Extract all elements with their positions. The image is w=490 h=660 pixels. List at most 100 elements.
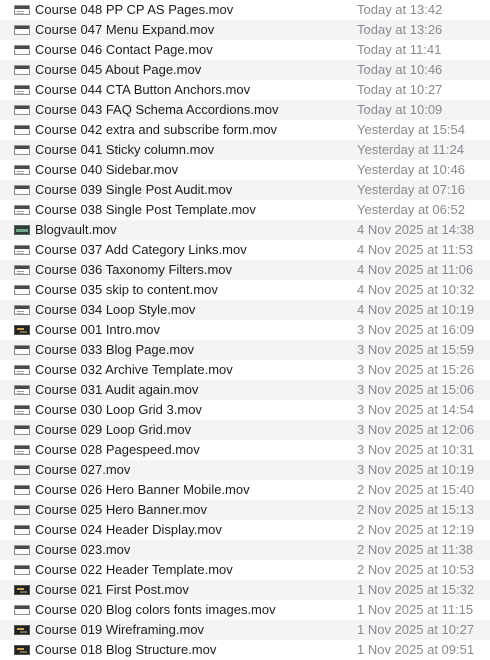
file-date-modified: 2 Nov 2025 at 11:38 bbox=[357, 542, 474, 557]
video-thumbnail-icon bbox=[14, 425, 30, 435]
file-row[interactable]: Course 047 Menu Expand.mov Today at 13:26 bbox=[0, 20, 490, 40]
file-row[interactable]: Blogvault.mov 4 Nov 2025 at 14:38 bbox=[0, 220, 490, 240]
file-date-modified: Yesterday at 10:46 bbox=[357, 162, 465, 177]
file-list: Course 048 PP CP AS Pages.mov Today at 13… bbox=[0, 0, 490, 659]
video-thumbnail-icon bbox=[14, 305, 30, 315]
file-name: Course 018 Blog Structure.mov bbox=[35, 642, 217, 657]
file-row[interactable]: Course 042 extra and subscribe form.mov Y… bbox=[0, 120, 490, 140]
file-row[interactable]: Course 038 Single Post Template.mov Yeste… bbox=[0, 200, 490, 220]
file-name: Course 024 Header Display.mov bbox=[35, 522, 222, 537]
file-date-modified: 1 Nov 2025 at 09:51 bbox=[357, 642, 475, 657]
file-name: Course 020 Blog colors fonts images.mov bbox=[35, 602, 276, 617]
file-name: Course 039 Single Post Audit.mov bbox=[35, 182, 233, 197]
video-thumbnail-icon bbox=[14, 545, 30, 555]
file-row[interactable]: Course 021 First Post.mov 1 Nov 2025 at 1… bbox=[0, 580, 490, 600]
file-date-modified: 3 Nov 2025 at 15:59 bbox=[357, 342, 475, 357]
video-thumbnail-icon bbox=[14, 465, 30, 475]
file-row[interactable]: Course 001 Intro.mov 3 Nov 2025 at 16:09 bbox=[0, 320, 490, 340]
file-name: Course 025 Hero Banner.mov bbox=[35, 502, 207, 517]
file-name: Course 033 Blog Page.mov bbox=[35, 342, 194, 357]
file-row[interactable]: Course 029 Loop Grid.mov 3 Nov 2025 at 12… bbox=[0, 420, 490, 440]
file-row[interactable]: Course 046 Contact Page.mov Today at 11:4… bbox=[0, 40, 490, 60]
video-thumbnail-icon bbox=[14, 645, 30, 655]
file-name: Course 034 Loop Style.mov bbox=[35, 302, 196, 317]
file-row[interactable]: Course 035 skip to content.mov 4 Nov 2025… bbox=[0, 280, 490, 300]
file-name: Course 019 Wireframing.mov bbox=[35, 622, 205, 637]
file-row[interactable]: Course 025 Hero Banner.mov 2 Nov 2025 at … bbox=[0, 500, 490, 520]
video-thumbnail-icon bbox=[14, 365, 30, 375]
file-date-modified: 4 Nov 2025 at 11:53 bbox=[357, 242, 474, 257]
file-row[interactable]: Course 048 PP CP AS Pages.mov Today at 13… bbox=[0, 0, 490, 20]
file-date-modified: Yesterday at 11:24 bbox=[357, 142, 464, 157]
file-row[interactable]: Course 034 Loop Style.mov 4 Nov 2025 at 1… bbox=[0, 300, 490, 320]
file-row[interactable]: Course 039 Single Post Audit.mov Yesterda… bbox=[0, 180, 490, 200]
file-name: Course 046 Contact Page.mov bbox=[35, 42, 213, 57]
video-thumbnail-icon bbox=[14, 605, 30, 615]
file-row[interactable]: Course 022 Header Template.mov 2 Nov 2025… bbox=[0, 560, 490, 580]
file-row[interactable]: Course 024 Header Display.mov 2 Nov 2025 … bbox=[0, 520, 490, 540]
file-date-modified: Yesterday at 06:52 bbox=[357, 202, 465, 217]
file-row[interactable]: Course 032 Archive Template.mov 3 Nov 202… bbox=[0, 360, 490, 380]
video-thumbnail-icon bbox=[14, 5, 30, 15]
file-date-modified: Today at 11:41 bbox=[357, 42, 442, 57]
file-row[interactable]: Course 030 Loop Grid 3.mov 3 Nov 2025 at … bbox=[0, 400, 490, 420]
file-date-modified: Yesterday at 15:54 bbox=[357, 122, 465, 137]
file-row[interactable]: Course 023.mov 2 Nov 2025 at 11:38 bbox=[0, 540, 490, 560]
file-date-modified: 4 Nov 2025 at 10:32 bbox=[357, 282, 475, 297]
file-row[interactable]: Course 026 Hero Banner Mobile.mov 2 Nov 2… bbox=[0, 480, 490, 500]
file-date-modified: Today at 13:42 bbox=[357, 2, 443, 17]
video-thumbnail-icon bbox=[14, 25, 30, 35]
file-row[interactable]: Course 027.mov 3 Nov 2025 at 10:19 bbox=[0, 460, 490, 480]
file-date-modified: Today at 13:26 bbox=[357, 22, 443, 37]
file-name: Course 021 First Post.mov bbox=[35, 582, 189, 597]
file-date-modified: 3 Nov 2025 at 15:06 bbox=[357, 382, 475, 397]
file-name: Course 031 Audit again.mov bbox=[35, 382, 199, 397]
file-row[interactable]: Course 040 Sidebar.mov Yesterday at 10:46 bbox=[0, 160, 490, 180]
video-thumbnail-icon bbox=[14, 245, 30, 255]
file-row[interactable]: Course 033 Blog Page.mov 3 Nov 2025 at 15… bbox=[0, 340, 490, 360]
file-date-modified: 3 Nov 2025 at 10:19 bbox=[357, 462, 475, 477]
video-thumbnail-icon bbox=[14, 105, 30, 115]
file-name: Course 045 About Page.mov bbox=[35, 62, 202, 77]
file-row[interactable]: Course 028 Pagespeed.mov 3 Nov 2025 at 10… bbox=[0, 440, 490, 460]
file-name: Course 038 Single Post Template.mov bbox=[35, 202, 256, 217]
file-date-modified: 2 Nov 2025 at 12:19 bbox=[357, 522, 475, 537]
file-row[interactable]: Course 045 About Page.mov Today at 10:46 bbox=[0, 60, 490, 80]
file-date-modified: 1 Nov 2025 at 11:15 bbox=[357, 602, 474, 617]
file-date-modified: Today at 10:09 bbox=[357, 102, 443, 117]
file-name: Course 048 PP CP AS Pages.mov bbox=[35, 2, 234, 17]
file-row[interactable]: Course 043 FAQ Schema Accordions.mov Toda… bbox=[0, 100, 490, 120]
file-date-modified: 1 Nov 2025 at 15:32 bbox=[357, 582, 475, 597]
file-row[interactable]: Course 036 Taxonomy Filters.mov 4 Nov 202… bbox=[0, 260, 490, 280]
file-row[interactable]: Course 041 Sticky column.mov Yesterday at… bbox=[0, 140, 490, 160]
video-thumbnail-icon bbox=[14, 45, 30, 55]
file-row[interactable]: Course 031 Audit again.mov 3 Nov 2025 at … bbox=[0, 380, 490, 400]
file-row[interactable]: Course 037 Add Category Links.mov 4 Nov 2… bbox=[0, 240, 490, 260]
file-row[interactable]: Course 044 CTA Button Anchors.mov Today a… bbox=[0, 80, 490, 100]
file-name: Course 028 Pagespeed.mov bbox=[35, 442, 200, 457]
file-name: Course 032 Archive Template.mov bbox=[35, 362, 233, 377]
file-date-modified: 3 Nov 2025 at 10:31 bbox=[357, 442, 475, 457]
file-row[interactable]: Course 018 Blog Structure.mov 1 Nov 2025 … bbox=[0, 640, 490, 660]
video-thumbnail-icon bbox=[14, 525, 30, 535]
file-row[interactable]: Course 019 Wireframing.mov 1 Nov 2025 at … bbox=[0, 620, 490, 640]
file-name: Course 029 Loop Grid.mov bbox=[35, 422, 192, 437]
file-name: Course 026 Hero Banner Mobile.mov bbox=[35, 482, 250, 497]
file-row[interactable]: Course 020 Blog colors fonts images.mov 1… bbox=[0, 600, 490, 620]
file-date-modified: Today at 10:27 bbox=[357, 82, 443, 97]
video-thumbnail-icon bbox=[14, 285, 30, 295]
video-thumbnail-icon bbox=[14, 225, 30, 235]
file-name: Course 035 skip to content.mov bbox=[35, 282, 218, 297]
video-thumbnail-icon bbox=[14, 385, 30, 395]
video-thumbnail-icon bbox=[14, 625, 30, 635]
file-date-modified: 4 Nov 2025 at 14:38 bbox=[357, 222, 475, 237]
video-thumbnail-icon bbox=[14, 165, 30, 175]
file-name: Course 022 Header Template.mov bbox=[35, 562, 233, 577]
video-thumbnail-icon bbox=[14, 565, 30, 575]
file-date-modified: 2 Nov 2025 at 10:53 bbox=[357, 562, 475, 577]
file-date-modified: 1 Nov 2025 at 10:27 bbox=[357, 622, 475, 637]
video-thumbnail-icon bbox=[14, 205, 30, 215]
video-thumbnail-icon bbox=[14, 485, 30, 495]
file-date-modified: 2 Nov 2025 at 15:40 bbox=[357, 482, 475, 497]
file-name: Course 001 Intro.mov bbox=[35, 322, 161, 337]
